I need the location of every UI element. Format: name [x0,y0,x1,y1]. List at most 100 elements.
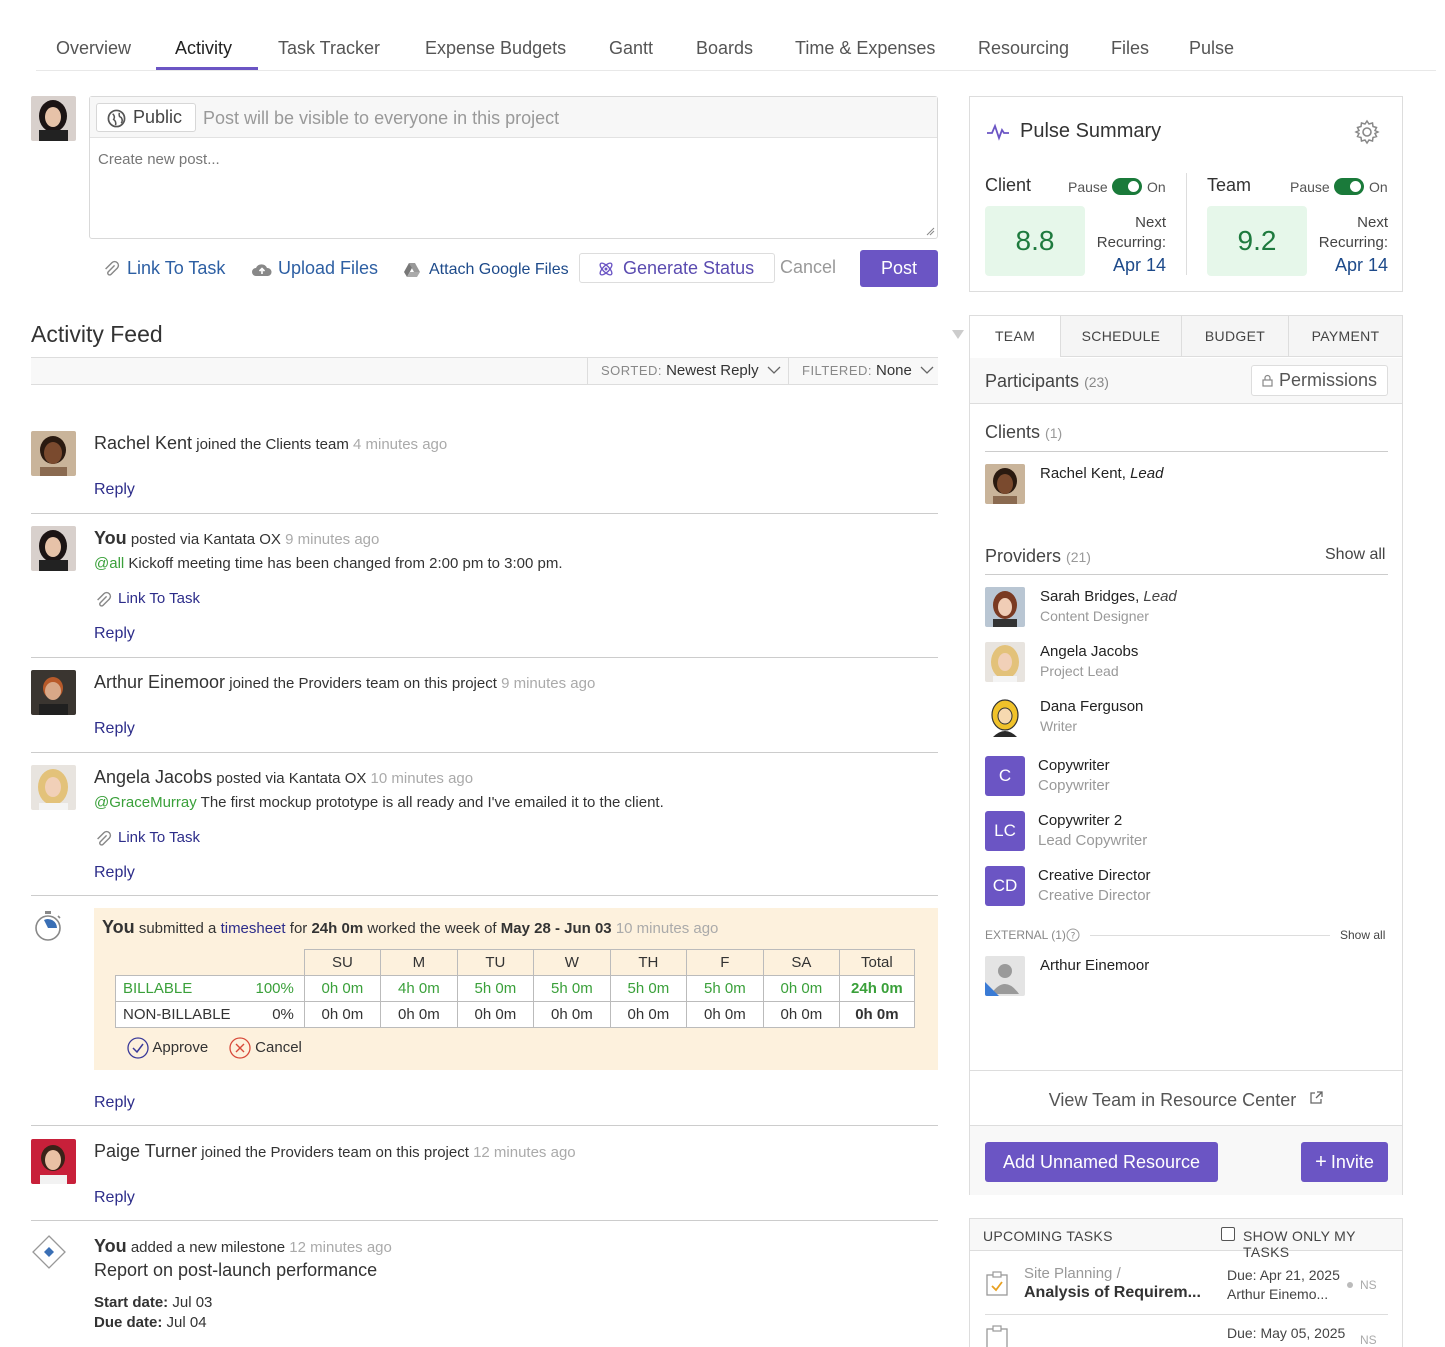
only-my-tasks-checkbox[interactable] [1221,1227,1235,1241]
avatar-paige-turner [31,1139,76,1184]
provider-name[interactable]: Copywriter 2 [1038,812,1122,829]
tab-resourcing[interactable]: Resourcing [978,38,1069,59]
collapse-panel-icon[interactable] [951,329,965,341]
reply-link[interactable]: Reply [94,864,135,882]
sort-dropdown[interactable]: SORTED: Newest Reply [587,358,788,384]
tab-overview[interactable]: Overview [56,38,131,59]
external-member-name[interactable]: Arthur Einemoor [1040,957,1149,974]
external-link-icon [1310,1091,1323,1104]
divider [1186,173,1187,275]
view-team-label: View Team in Resource Center [1048,1090,1297,1110]
provider-name[interactable]: Angela Jacobs [1040,643,1138,660]
task-name[interactable]: Analysis of Requirem... [1024,1284,1201,1302]
chevron-down-icon [767,366,781,374]
reply-link[interactable]: Reply [94,1094,135,1112]
tab-boards[interactable]: Boards [696,38,753,59]
tab-time-expenses[interactable]: Time & Expenses [795,38,935,59]
client-next-date: Apr 14 [1112,255,1166,275]
column-header: SU [303,949,381,976]
filter-dropdown[interactable]: FILTERED: None [788,358,938,384]
table-cell: 4h 0m [379,975,458,1002]
cancel-post-button[interactable]: Cancel [780,257,836,278]
timestamp: 9 minutes ago [285,531,380,548]
provider-name[interactable]: Creative Director [1038,867,1151,884]
tab-team[interactable]: TEAM [970,316,1060,358]
tab-pulse[interactable]: Pulse [1189,38,1234,59]
external-label: EXTERNAL (1) [985,928,1066,942]
add-unnamed-resource-button[interactable]: Add Unnamed Resource [985,1142,1218,1182]
reply-link[interactable]: Reply [94,720,135,738]
author-name[interactable]: Angela Jacobs [94,767,212,787]
tab-payment[interactable]: PAYMENT [1288,316,1402,357]
mention-link[interactable]: @GraceMurray [94,794,197,811]
approve-button[interactable]: Approve [127,1037,208,1059]
author-name[interactable]: Paige Turner [94,1141,197,1161]
gear-icon[interactable] [1354,119,1380,145]
tab-task-tracker[interactable]: Task Tracker [278,38,380,59]
reply-link[interactable]: Reply [94,625,135,643]
external-show-all[interactable]: Show all [1340,928,1385,942]
activity-feed-title: Activity Feed [31,321,163,347]
author-name[interactable]: You [94,1236,127,1256]
tab-budget[interactable]: BUDGET [1181,316,1288,357]
permissions-label: Permissions [1279,370,1378,390]
post-button[interactable]: Post [860,250,938,287]
row-percent: 100% [255,975,305,1002]
divider [1090,935,1330,936]
action-text: posted via Kantata OX [130,531,281,548]
link-to-task-link[interactable]: Link To Task [118,829,200,846]
avatar-dana-ferguson [985,697,1025,737]
tab-files[interactable]: Files [1111,38,1149,59]
feed-item-header: Angela Jacobs posted via Kantata OX 10 m… [94,767,473,788]
link-to-task-button[interactable]: Link To Task [127,258,225,279]
team-label: Team [1207,175,1252,195]
tab-schedule[interactable]: SCHEDULE [1060,316,1181,357]
next-label: Next [1135,214,1166,231]
reply-link[interactable]: Reply [94,1189,135,1207]
reply-link[interactable]: Reply [94,481,135,499]
member-role: Lead [1130,465,1164,482]
generate-status-button[interactable]: Generate Status [579,253,775,283]
reject-label: Cancel [255,1038,302,1056]
author-name[interactable]: You [102,917,135,937]
provider-name[interactable]: Sarah Bridges, Lead [1040,588,1177,605]
client-member[interactable]: Rachel Kent, Lead [1040,465,1163,482]
tab-gantt[interactable]: Gantt [609,38,653,59]
author-name[interactable]: Arthur Einemoor [94,672,225,692]
mention-link[interactable]: @all [94,555,124,572]
link-to-task-link[interactable]: Link To Task [118,590,200,607]
row-label: NON-BILLABLE [115,1001,256,1028]
action-text: added a new milestone [130,1239,286,1256]
upcoming-tasks-panel: UPCOMING TASKS SHOW ONLY MY TASKS Site P… [969,1218,1403,1347]
feed-item-header: You added a new milestone 12 minutes ago [94,1236,392,1257]
reject-button[interactable]: Cancel [229,1037,302,1059]
invite-button[interactable]: + Invite [1301,1142,1388,1182]
resize-handle-icon[interactable] [926,227,935,236]
client-pulse-toggle[interactable] [1112,178,1142,195]
milestone-title[interactable]: Report on post-launch performance [94,1260,377,1281]
avatar-rachel-kent [31,431,76,476]
table-corner [115,949,305,976]
timesheet-link[interactable]: timesheet [221,920,286,937]
team-pulse-toggle[interactable] [1334,178,1364,195]
author-name[interactable]: You [94,528,127,548]
visibility-button[interactable]: Public [96,103,196,132]
post-body: @all Kickoff meeting time has been chang… [94,555,563,572]
tab-expense-budgets[interactable]: Expense Budgets [425,38,566,59]
view-team-resource-center-link[interactable]: View Team in Resource Center [970,1071,1402,1125]
provider-name[interactable]: Dana Ferguson [1040,698,1143,715]
provider-role: Creative Director [1038,887,1151,904]
divider [31,895,938,896]
pulse-summary-card: Pulse Summary Client Pause On 8.8 Next R… [969,96,1403,292]
author-name[interactable]: Rachel Kent [94,433,192,453]
providers-show-all[interactable]: Show all [1325,546,1385,564]
post-textarea[interactable]: Create new post... [98,151,220,168]
upload-files-button[interactable]: Upload Files [278,258,378,279]
task-project[interactable]: Site Planning / [1024,1265,1121,1282]
attach-google-files-button[interactable]: Attach Google Files [429,261,569,279]
permissions-button[interactable]: Permissions [1251,365,1388,396]
action-text: joined the Clients team [196,436,349,453]
tab-activity[interactable]: Activity [175,38,232,59]
provider-name[interactable]: Copywriter [1038,757,1110,774]
help-icon[interactable]: ? [1066,928,1080,942]
